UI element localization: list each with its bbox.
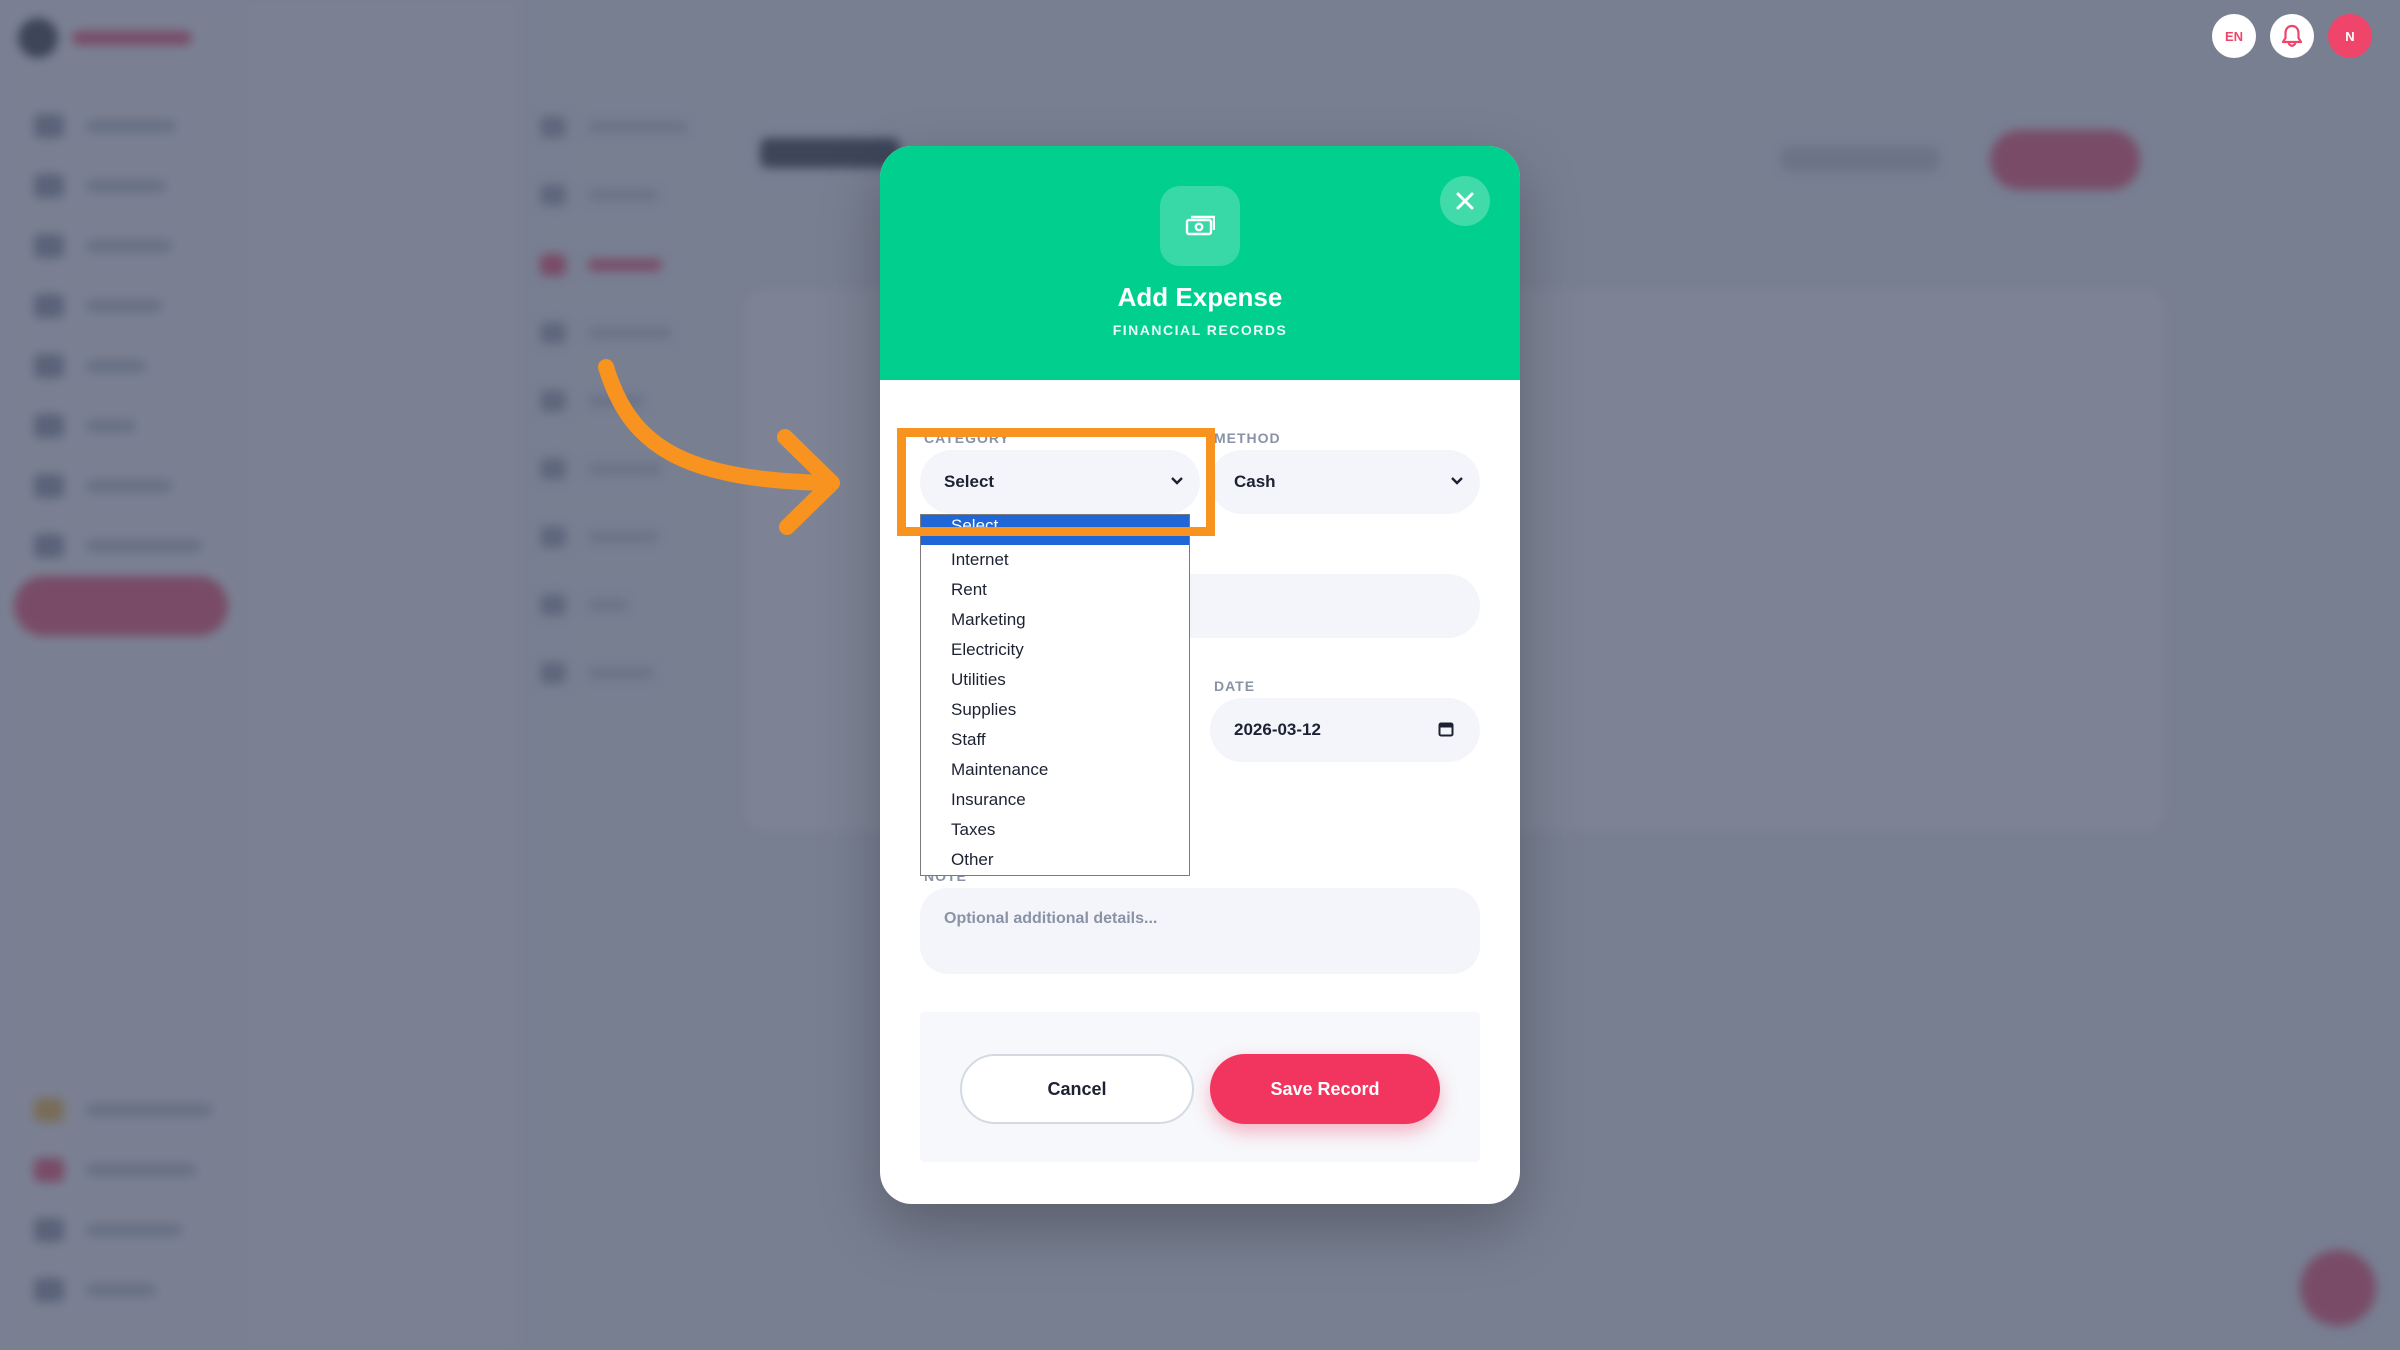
user-avatar[interactable]: N [2328, 14, 2372, 58]
money-icon [1160, 186, 1240, 266]
annotation-arrow-icon [598, 359, 840, 535]
dropdown-option-maintenance[interactable]: Maintenance [921, 755, 1189, 785]
method-label: METHOD [1214, 430, 1281, 446]
close-button[interactable] [1440, 176, 1490, 226]
close-icon [1456, 192, 1474, 210]
cancel-button[interactable]: Cancel [960, 1054, 1194, 1124]
dropdown-option-internet[interactable]: Internet [921, 545, 1189, 575]
save-record-button[interactable]: Save Record [1210, 1054, 1440, 1124]
header-actions: EN N [2212, 14, 2372, 58]
dropdown-option-staff[interactable]: Staff [921, 725, 1189, 755]
dropdown-option-supplies[interactable]: Supplies [921, 695, 1189, 725]
dropdown-option-utilities[interactable]: Utilities [921, 665, 1189, 695]
date-label: DATE [1214, 678, 1256, 694]
calendar-icon [1438, 722, 1454, 737]
category-dropdown-list: Select Internet Rent Marketing Electrici… [920, 514, 1190, 876]
modal-header: Add Expense FINANCIAL RECORDS [880, 146, 1520, 380]
notification-button[interactable] [2270, 14, 2314, 58]
language-button[interactable]: EN [2212, 14, 2256, 58]
dropdown-option-electricity[interactable]: Electricity [921, 635, 1189, 665]
chevron-down-icon [1451, 477, 1463, 485]
modal-title: Add Expense [1117, 282, 1283, 312]
modal-subtitle: FINANCIAL RECORDS [1112, 322, 1288, 338]
date-value: 2026-03-12 [1234, 720, 1321, 739]
dropdown-option-taxes[interactable]: Taxes [921, 815, 1189, 845]
dropdown-option-other[interactable]: Other [921, 845, 1189, 875]
bell-icon [2281, 24, 2303, 47]
dropdown-option-insurance[interactable]: Insurance [921, 785, 1189, 815]
date-input[interactable]: 2026-03-12 [1210, 698, 1480, 762]
method-value: Cash [1234, 472, 1276, 491]
method-select[interactable]: Cash [1210, 450, 1480, 514]
dropdown-option-rent[interactable]: Rent [921, 575, 1189, 605]
dropdown-option-marketing[interactable]: Marketing [921, 605, 1189, 635]
note-textarea[interactable]: Optional additional details... [920, 888, 1480, 974]
annotation-highlight-box [897, 428, 1215, 536]
